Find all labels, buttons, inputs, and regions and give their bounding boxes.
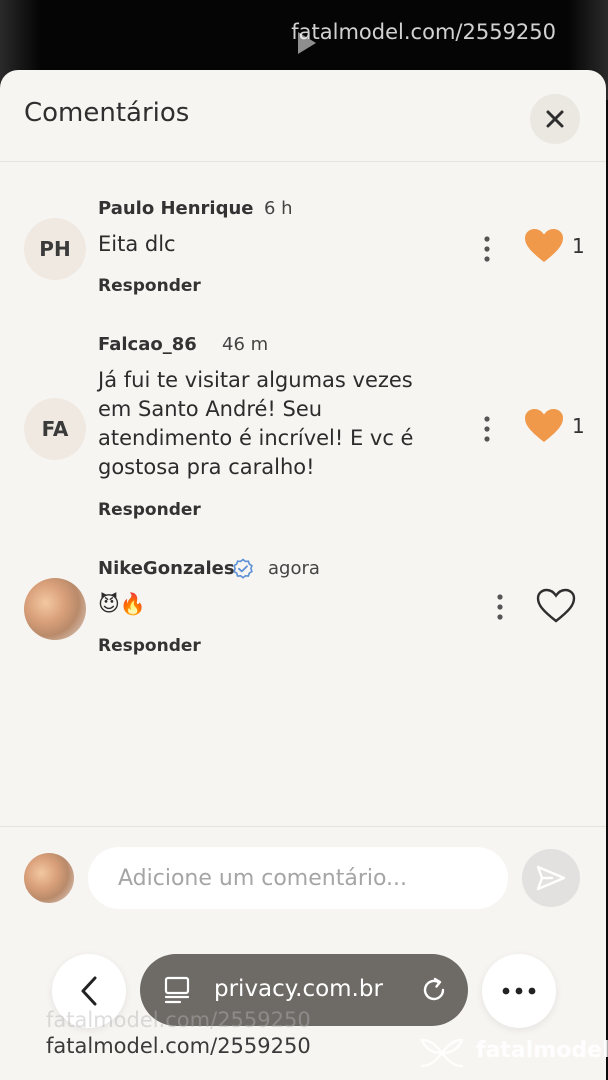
heart-icon[interactable]	[536, 588, 576, 624]
user-avatar	[24, 853, 74, 903]
comment-time: 6 h	[264, 198, 293, 219]
reload-icon[interactable]	[420, 976, 448, 1004]
watermark-text: fatalmodel.com/2559250	[46, 1034, 311, 1058]
close-button[interactable]	[530, 94, 580, 144]
watermark-ghost: fatalmodel.com/2559250	[46, 1008, 311, 1032]
brand-watermark: fatalmodel	[418, 1036, 608, 1070]
comment-author[interactable]: Falcao_86	[98, 334, 197, 355]
comment-text: Já fui te visitar algumas vezes em Santo…	[98, 368, 414, 479]
comment-author[interactable]: Paulo Henrique	[98, 198, 254, 219]
reply-button[interactable]: Responder	[98, 500, 201, 520]
comment-item: NikeGonzales agora 😈🔥 Responder	[0, 550, 606, 670]
comments-sheet: Comentários PH Paulo Henrique 6 h Eita d…	[0, 70, 606, 1080]
comment-item: FA Falcao_86 46 m Já fui te visitar algu…	[0, 326, 606, 526]
comment-text: Eita dlc	[98, 232, 176, 256]
comment-item: PH Paulo Henrique 6 h Eita dlc Responder…	[0, 190, 606, 300]
like-count: 1	[572, 414, 585, 438]
sheet-header: Comentários	[0, 70, 606, 162]
send-icon	[536, 865, 566, 891]
verified-icon	[233, 558, 253, 579]
more-vertical-icon[interactable]	[482, 416, 492, 442]
reply-button[interactable]: Responder	[98, 636, 201, 656]
brand-logo-icon	[420, 1038, 464, 1068]
avatar[interactable]	[24, 578, 86, 640]
sheet-title: Comentários	[24, 98, 190, 128]
reply-button[interactable]: Responder	[98, 276, 201, 296]
more-vertical-icon[interactable]	[482, 236, 492, 262]
brand-name: fatalmodel	[476, 1038, 608, 1063]
more-vertical-icon[interactable]	[495, 594, 505, 620]
comment-time: 46 m	[222, 334, 269, 355]
like-count: 1	[572, 234, 585, 258]
comment-text: 😈🔥	[98, 592, 147, 616]
comment-input[interactable]	[88, 847, 508, 909]
avatar[interactable]: PH	[24, 218, 86, 280]
browser-menu-button[interactable]	[482, 954, 556, 1028]
close-icon	[546, 110, 564, 128]
heart-icon[interactable]	[524, 228, 564, 264]
comment-time: agora	[268, 558, 320, 579]
comment-author[interactable]: NikeGonzales	[98, 558, 235, 579]
more-horizontal-icon	[502, 987, 536, 995]
page-info-icon[interactable]	[164, 976, 190, 1004]
chevron-left-icon	[81, 976, 97, 1006]
heart-icon[interactable]	[524, 408, 564, 444]
send-button[interactable]	[522, 849, 580, 907]
video-watermark: fatalmodel.com/2559250	[291, 20, 556, 44]
avatar[interactable]: FA	[24, 398, 86, 460]
url-text: privacy.com.br	[214, 976, 383, 1002]
